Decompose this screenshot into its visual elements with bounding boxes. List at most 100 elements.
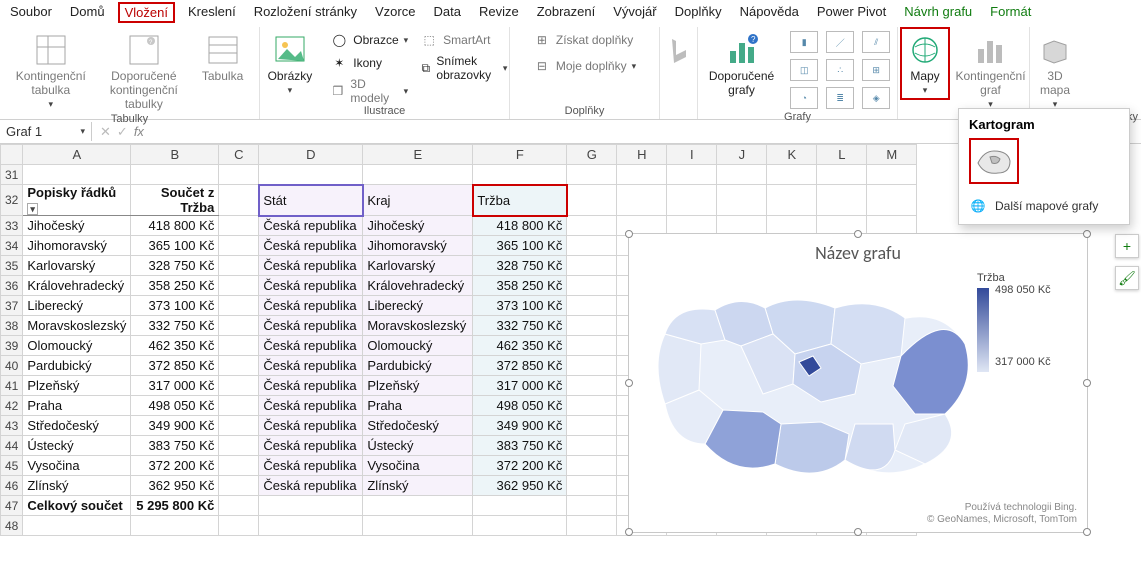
row-header[interactable]: 47 xyxy=(1,496,23,516)
column-header[interactable]: K xyxy=(767,145,817,165)
data-cell-state[interactable]: Česká republika xyxy=(259,356,363,376)
data-header-rev[interactable]: Tržba xyxy=(473,185,567,216)
menu-item-vzorce[interactable]: Vzorce xyxy=(375,4,415,21)
column-header[interactable]: L xyxy=(817,145,867,165)
data-cell-region[interactable]: Plzeňský xyxy=(363,376,473,396)
table-button[interactable]: Tabulka xyxy=(196,31,249,85)
resize-handle[interactable] xyxy=(854,528,862,536)
column-header[interactable]: F xyxy=(473,145,567,165)
data-cell-state[interactable]: Česká republika xyxy=(259,396,363,416)
column-header[interactable]: A xyxy=(23,145,131,165)
menu-item-zobrazení[interactable]: Zobrazení xyxy=(537,4,596,21)
row-header[interactable]: 48 xyxy=(1,516,23,536)
pivot-total-value[interactable]: 5 295 800 Kč xyxy=(131,496,219,516)
menu-item-formát[interactable]: Formát xyxy=(990,4,1031,21)
data-cell-state[interactable]: Česká republika xyxy=(259,336,363,356)
data-cell-rev[interactable]: 462 350 Kč xyxy=(473,336,567,356)
icons-button[interactable]: ✶Ikony xyxy=(330,54,408,72)
chart-title[interactable]: Název grafu xyxy=(629,242,1087,264)
data-cell-state[interactable]: Česká republika xyxy=(259,236,363,256)
3d-map-button[interactable]: 3D mapa▾ xyxy=(1032,31,1078,112)
recommended-charts-button[interactable]: ? Doporučené grafy xyxy=(703,31,780,99)
data-cell-region[interactable]: Jihočeský xyxy=(363,216,473,236)
pivot-row-label[interactable]: Plzeňský xyxy=(23,376,131,396)
row-header[interactable]: 32 xyxy=(1,185,23,216)
data-cell-state[interactable]: Česká republika xyxy=(259,216,363,236)
data-cell-state[interactable]: Česká republika xyxy=(259,476,363,496)
data-cell-state[interactable]: Česká republika xyxy=(259,256,363,276)
menu-item-rozložení-stránky[interactable]: Rozložení stránky xyxy=(254,4,357,21)
my-addins-button[interactable]: ⊟Moje doplňky▾ xyxy=(533,57,636,75)
column-header[interactable]: C xyxy=(219,145,259,165)
data-cell-rev[interactable]: 328 750 Kč xyxy=(473,256,567,276)
data-cell-state[interactable]: Česká republika xyxy=(259,376,363,396)
data-cell-region[interactable]: Vysočina xyxy=(363,456,473,476)
maps-button[interactable]: Mapy▾ xyxy=(900,27,950,100)
pivot-row-label[interactable]: Praha xyxy=(23,396,131,416)
data-cell-region[interactable]: Jihomoravský xyxy=(363,236,473,256)
data-cell-region[interactable]: Královehradecký xyxy=(363,276,473,296)
pivot-row-value[interactable]: 383 750 Kč xyxy=(131,436,219,456)
pivot-row-label[interactable]: Olomoucký xyxy=(23,336,131,356)
resize-handle[interactable] xyxy=(854,230,862,238)
row-header[interactable]: 42 xyxy=(1,396,23,416)
data-cell-rev[interactable]: 349 900 Kč xyxy=(473,416,567,436)
data-header-state[interactable]: Stát xyxy=(259,185,363,216)
cartogram-button[interactable] xyxy=(969,138,1019,184)
data-cell-rev[interactable]: 332 750 Kč xyxy=(473,316,567,336)
pivot-row-label[interactable]: Zlínský xyxy=(23,476,131,496)
menu-item-vložení[interactable]: Vložení xyxy=(118,2,175,23)
pivot-row-header[interactable]: Popisky řádků ▾ xyxy=(23,185,131,216)
pivot-total-label[interactable]: Celkový součet xyxy=(23,496,131,516)
pivot-row-value[interactable]: 328 750 Kč xyxy=(131,256,219,276)
resize-handle[interactable] xyxy=(625,230,633,238)
row-header[interactable]: 36 xyxy=(1,276,23,296)
data-cell-rev[interactable]: 418 800 Kč xyxy=(473,216,567,236)
pivot-row-value[interactable]: 365 100 Kč xyxy=(131,236,219,256)
data-cell-rev[interactable]: 372 200 Kč xyxy=(473,456,567,476)
menu-item-návrh-grafu[interactable]: Návrh grafu xyxy=(904,4,972,21)
data-cell-region[interactable]: Moravskoslezský xyxy=(363,316,473,336)
row-header[interactable]: 37 xyxy=(1,296,23,316)
data-cell-region[interactable]: Ústecký xyxy=(363,436,473,456)
screenshot-button[interactable]: ⧉Snímek obrazovky▾ xyxy=(420,54,507,82)
data-cell-rev[interactable]: 498 050 Kč xyxy=(473,396,567,416)
column-header[interactable]: G xyxy=(567,145,617,165)
data-header-region[interactable]: Kraj xyxy=(363,185,473,216)
column-header[interactable]: E xyxy=(363,145,473,165)
pivot-row-value[interactable]: 372 200 Kč xyxy=(131,456,219,476)
pictures-button[interactable]: Obrázky▾ xyxy=(262,31,319,98)
pivot-row-value[interactable]: 349 900 Kč xyxy=(131,416,219,436)
more-map-charts-button[interactable]: 🌐 Další mapové grafy xyxy=(969,194,1119,218)
pivot-row-label[interactable]: Jihomoravský xyxy=(23,236,131,256)
row-header[interactable]: 38 xyxy=(1,316,23,336)
pivot-row-value[interactable]: 317 000 Kč xyxy=(131,376,219,396)
data-cell-state[interactable]: Česká republika xyxy=(259,296,363,316)
get-addins-button[interactable]: ⊞Získat doplňky xyxy=(533,31,636,49)
menu-item-nápověda[interactable]: Nápověda xyxy=(740,4,799,21)
column-header[interactable]: B xyxy=(131,145,219,165)
data-cell-region[interactable]: Pardubický xyxy=(363,356,473,376)
resize-handle[interactable] xyxy=(1083,379,1091,387)
data-cell-state[interactable]: Česká republika xyxy=(259,436,363,456)
data-cell-state[interactable]: Česká republika xyxy=(259,316,363,336)
row-header[interactable]: 34 xyxy=(1,236,23,256)
pivot-row-label[interactable]: Ústecký xyxy=(23,436,131,456)
pivot-row-value[interactable]: 362 950 Kč xyxy=(131,476,219,496)
select-all[interactable] xyxy=(1,145,23,165)
data-cell-state[interactable]: Česká republika xyxy=(259,456,363,476)
row-header[interactable]: 46 xyxy=(1,476,23,496)
data-cell-rev[interactable]: 317 000 Kč xyxy=(473,376,567,396)
shapes-button[interactable]: ◯Obrazce▾ xyxy=(330,31,408,49)
recommended-pivot-button[interactable]: ? Doporučené kontingenční tabulky xyxy=(104,31,184,113)
pivot-table-button[interactable]: Kontingenční tabulka▾ xyxy=(10,31,92,112)
3d-models-button[interactable]: ❒3D modely▾ xyxy=(330,77,408,105)
pivot-row-value[interactable]: 373 100 Kč xyxy=(131,296,219,316)
resize-handle[interactable] xyxy=(625,528,633,536)
row-header[interactable]: 40 xyxy=(1,356,23,376)
column-header[interactable]: I xyxy=(667,145,717,165)
menu-item-kreslení[interactable]: Kreslení xyxy=(188,4,236,21)
row-header[interactable]: 31 xyxy=(1,165,23,185)
resize-handle[interactable] xyxy=(1083,230,1091,238)
menu-item-revize[interactable]: Revize xyxy=(479,4,519,21)
